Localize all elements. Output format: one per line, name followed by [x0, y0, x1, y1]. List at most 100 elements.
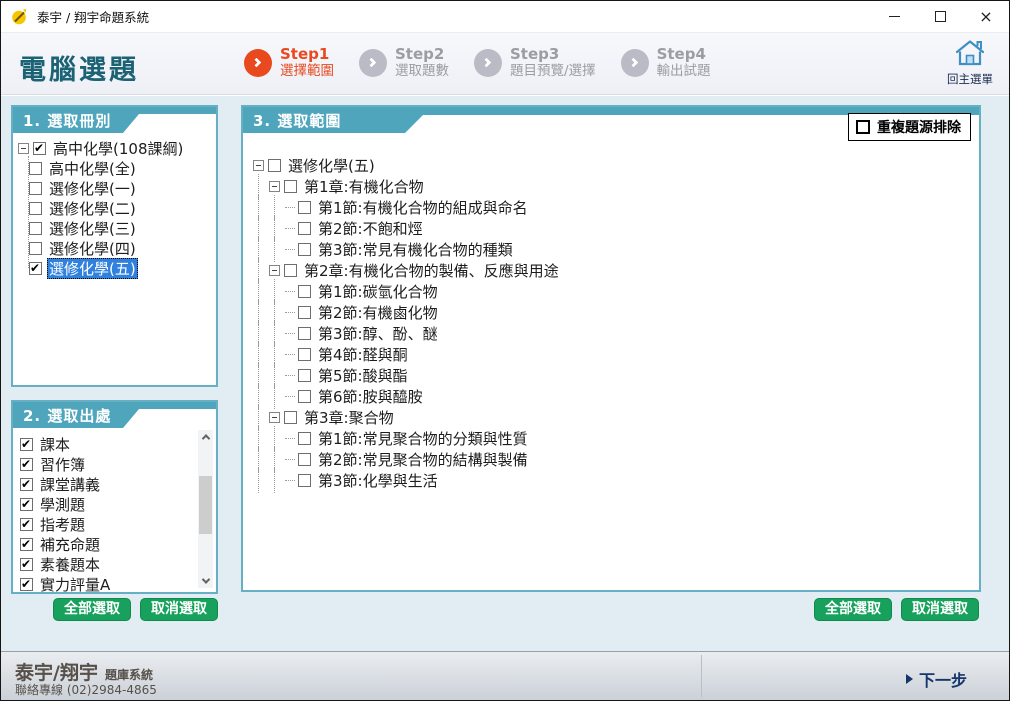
collapse-expander[interactable] [253, 160, 264, 171]
range-item[interactable]: 第1章:有機化合物 [253, 176, 979, 197]
range-item[interactable]: 第4節:醛與酮 [253, 344, 979, 365]
range-label[interactable]: 第1節:常見聚合物的分類與性質 [316, 428, 530, 449]
range-label[interactable]: 第2節:常見聚合物的結構與製備 [316, 449, 530, 470]
book-label[interactable]: 選修化學(二) [47, 198, 138, 219]
checkbox[interactable] [298, 285, 311, 298]
collapse-expander[interactable] [269, 181, 280, 192]
source-label[interactable]: 學測題 [38, 494, 87, 515]
book-root-label[interactable]: 高中化學(108課綱) [51, 138, 185, 159]
source-item[interactable]: 課本 [20, 434, 216, 454]
book-label[interactable]: 高中化學(全) [47, 158, 138, 179]
scroll-up-icon[interactable] [198, 430, 213, 444]
range-deselect-button[interactable]: 取消選取 [901, 598, 979, 621]
checkbox[interactable] [284, 411, 297, 424]
checkbox[interactable] [29, 242, 42, 255]
range-item[interactable]: 第1節:常見聚合物的分類與性質 [253, 428, 979, 449]
next-step-button[interactable]: 下一步 [906, 667, 967, 691]
book-item[interactable]: 選修化學(三) [18, 218, 216, 238]
range-item[interactable]: 第2節:不飽和烴 [253, 218, 979, 239]
book-item[interactable]: 選修化學(四) [18, 238, 216, 258]
checkbox[interactable] [298, 432, 311, 445]
maximize-button[interactable] [917, 1, 963, 32]
range-label[interactable]: 第5節:酸與酯 [316, 365, 410, 386]
range-item[interactable]: 第5節:酸與酯 [253, 365, 979, 386]
checkbox[interactable] [298, 201, 311, 214]
source-item[interactable]: 學測題 [20, 494, 216, 514]
step-2[interactable]: Step2選取題數 [359, 46, 449, 79]
checkbox[interactable] [33, 142, 46, 155]
range-label[interactable]: 第4節:醛與酮 [316, 344, 410, 365]
range-label[interactable]: 第6節:胺與醯胺 [316, 386, 425, 407]
range-label[interactable]: 選修化學(五) [286, 155, 377, 176]
range-item[interactable]: 第3節:醇、酚、醚 [253, 323, 979, 344]
source-item[interactable]: 素養題本 [20, 554, 216, 574]
source-item[interactable]: 指考題 [20, 514, 216, 534]
collapse-expander[interactable] [269, 265, 280, 276]
checkbox[interactable] [298, 327, 311, 340]
checkbox[interactable] [20, 518, 33, 531]
checkbox[interactable] [20, 458, 33, 471]
book-item[interactable]: 選修化學(二) [18, 198, 216, 218]
range-label[interactable]: 第1節:碳氫化合物 [316, 281, 440, 302]
source-scrollbar[interactable] [198, 430, 213, 588]
source-item[interactable]: 習作簿 [20, 454, 216, 474]
source-label[interactable]: 習作簿 [38, 454, 87, 475]
checkbox[interactable] [298, 222, 311, 235]
source-label[interactable]: 補充命題 [38, 534, 102, 555]
range-label[interactable]: 第2章:有機化合物的製備、反應與用途 [302, 260, 561, 281]
checkbox[interactable] [298, 306, 311, 319]
book-label[interactable]: 選修化學(一) [47, 178, 138, 199]
range-item[interactable]: 第3章:聚合物 [253, 407, 979, 428]
range-select-all-button[interactable]: 全部選取 [814, 598, 892, 621]
range-item[interactable]: 第6節:胺與醯胺 [253, 386, 979, 407]
checkbox[interactable] [29, 222, 42, 235]
range-label[interactable]: 第3節:常見有機化合物的種類 [316, 239, 515, 260]
source-label[interactable]: 課本 [38, 434, 72, 455]
source-label[interactable]: 素養題本 [38, 554, 102, 575]
checkbox[interactable] [29, 182, 42, 195]
checkbox[interactable] [298, 453, 311, 466]
book-label[interactable]: 選修化學(五) [47, 258, 138, 279]
range-item[interactable]: 第1節:有機化合物的組成與命名 [253, 197, 979, 218]
source-item[interactable]: 補充命題 [20, 534, 216, 554]
collapse-expander[interactable] [18, 143, 29, 154]
checkbox[interactable] [20, 498, 33, 511]
scroll-down-icon[interactable] [198, 574, 213, 588]
range-item[interactable]: 選修化學(五) [253, 155, 979, 176]
range-item[interactable]: 第2節:常見聚合物的結構與製備 [253, 449, 979, 470]
checkbox[interactable] [20, 438, 33, 451]
source-label[interactable]: 課堂講義 [38, 474, 102, 495]
checkbox[interactable] [29, 202, 42, 215]
range-label[interactable]: 第3章:聚合物 [302, 407, 396, 428]
home-button[interactable]: 回主選單 [939, 39, 1001, 87]
checkbox[interactable] [20, 478, 33, 491]
source-item[interactable]: 實力評量A [20, 574, 216, 592]
range-item[interactable]: 第3節:常見有機化合物的種類 [253, 239, 979, 260]
books-deselect-button[interactable]: 取消選取 [140, 598, 218, 621]
checkbox[interactable] [298, 348, 311, 361]
checkbox[interactable] [20, 558, 33, 571]
source-label[interactable]: 實力評量A [38, 574, 112, 593]
checkbox[interactable] [20, 578, 33, 591]
close-button[interactable]: × [963, 1, 1009, 32]
range-item[interactable]: 第3節:化學與生活 [253, 470, 979, 491]
step-3[interactable]: Step3題目預覽/選擇 [474, 46, 596, 79]
step-1[interactable]: Step1選擇範圍 [244, 46, 334, 79]
source-label[interactable]: 指考題 [38, 514, 87, 535]
checkbox[interactable] [284, 180, 297, 193]
range-label[interactable]: 第1節:有機化合物的組成與命名 [316, 197, 530, 218]
checkbox[interactable] [284, 264, 297, 277]
range-item[interactable]: 第2章:有機化合物的製備、反應與用途 [253, 260, 979, 281]
range-label[interactable]: 第3節:化學與生活 [316, 470, 440, 491]
range-label[interactable]: 第2節:有機鹵化物 [316, 302, 440, 323]
range-label[interactable]: 第3節:醇、酚、醚 [316, 323, 440, 344]
checkbox[interactable] [298, 243, 311, 256]
source-item[interactable]: 課堂講義 [20, 474, 216, 494]
range-item[interactable]: 第1節:碳氫化合物 [253, 281, 979, 302]
duplicate-filter-checkbox[interactable] [856, 120, 870, 134]
book-root-item[interactable]: 高中化學(108課綱) [18, 138, 216, 158]
book-item[interactable]: 選修化學(五) [18, 258, 216, 278]
checkbox[interactable] [29, 162, 42, 175]
checkbox[interactable] [298, 390, 311, 403]
checkbox[interactable] [268, 159, 281, 172]
